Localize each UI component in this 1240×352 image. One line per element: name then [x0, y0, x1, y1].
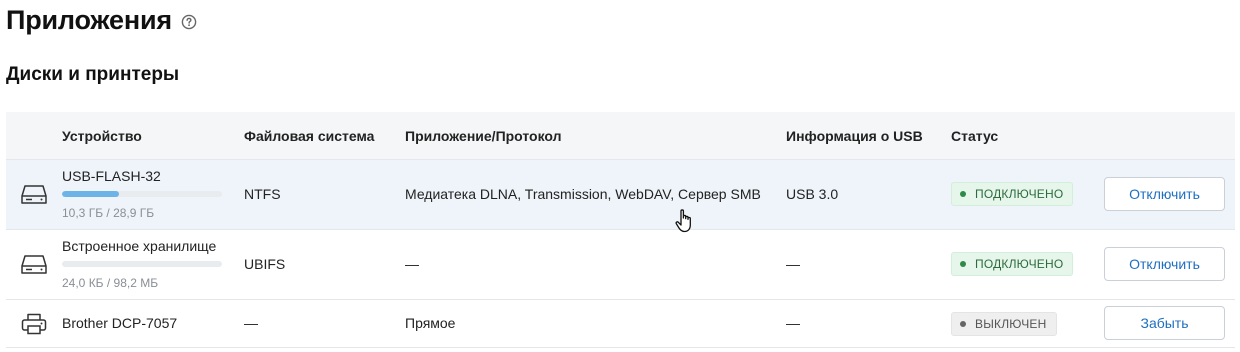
disconnect-button[interactable]: Отключить	[1104, 247, 1225, 281]
usb-info-cell: —	[786, 256, 800, 272]
column-header-app-protocol: Приложение/Протокол	[405, 127, 562, 144]
devices-table: Устройство Файловая система Приложение/П…	[6, 112, 1235, 348]
page-title: Приложения	[6, 4, 172, 35]
status-dot	[960, 191, 966, 197]
status-label: ВЫКЛЮЧЕН	[975, 317, 1047, 331]
column-header-status: Статус	[951, 127, 999, 144]
status-badge: ВЫКЛЮЧЕН	[951, 312, 1057, 336]
filesystem-cell: UBIFS	[244, 256, 286, 272]
column-header-usb-info: Информация о USB	[786, 127, 923, 144]
page-header: Приложения	[6, 2, 197, 38]
status-badge: ПОДКЛЮЧЕНО	[951, 182, 1074, 206]
printer-icon	[20, 312, 48, 336]
device-name: Brother DCP-7057	[62, 315, 178, 331]
usage-text: 10,3 ГБ / 28,9 ГБ	[62, 206, 155, 220]
drive-icon	[20, 183, 48, 207]
usage-bar-fill	[62, 191, 119, 197]
app-protocol-cell: Медиатека DLNA, Transmission, WebDAV, Се…	[405, 186, 761, 202]
status-dot	[960, 261, 966, 267]
status-dot	[960, 321, 966, 327]
usage-bar	[62, 261, 222, 267]
table-row[interactable]: USB-FLASH-32 10,3 ГБ / 28,9 ГБ NTFS Меди…	[6, 160, 1235, 230]
status-label: ПОДКЛЮЧЕНО	[975, 257, 1064, 271]
usage-bar	[62, 191, 222, 197]
status-badge: ПОДКЛЮЧЕНО	[951, 252, 1074, 276]
forget-button[interactable]: Забыть	[1104, 306, 1225, 340]
usage-text: 24,0 КБ / 98,2 МБ	[62, 276, 159, 290]
device-name: Встроенное хранилище	[62, 238, 217, 254]
usb-info-cell: —	[786, 315, 800, 331]
table-header: Устройство Файловая система Приложение/П…	[6, 112, 1235, 160]
filesystem-cell: NTFS	[244, 186, 281, 202]
table-row[interactable]: Brother DCP-7057 — Прямое — ВЫКЛЮЧЕН Заб…	[6, 300, 1235, 348]
disconnect-button[interactable]: Отключить	[1104, 177, 1225, 211]
section-title: Диски и принтеры	[6, 64, 180, 85]
status-label: ПОДКЛЮЧЕНО	[975, 187, 1064, 201]
device-name: USB-FLASH-32	[62, 168, 161, 184]
question-circle-icon[interactable]	[181, 14, 197, 30]
app-protocol-cell: —	[405, 256, 419, 272]
column-header-filesystem: Файловая система	[244, 127, 375, 144]
column-header-device: Устройство	[62, 127, 142, 144]
app-protocol-cell: Прямое	[405, 315, 456, 331]
usb-info-cell: USB 3.0	[786, 186, 839, 202]
table-row[interactable]: Встроенное хранилище 24,0 КБ / 98,2 МБ U…	[6, 230, 1235, 300]
hand-pointer-icon	[674, 208, 696, 234]
drive-icon	[20, 253, 48, 277]
filesystem-cell: —	[244, 315, 258, 331]
